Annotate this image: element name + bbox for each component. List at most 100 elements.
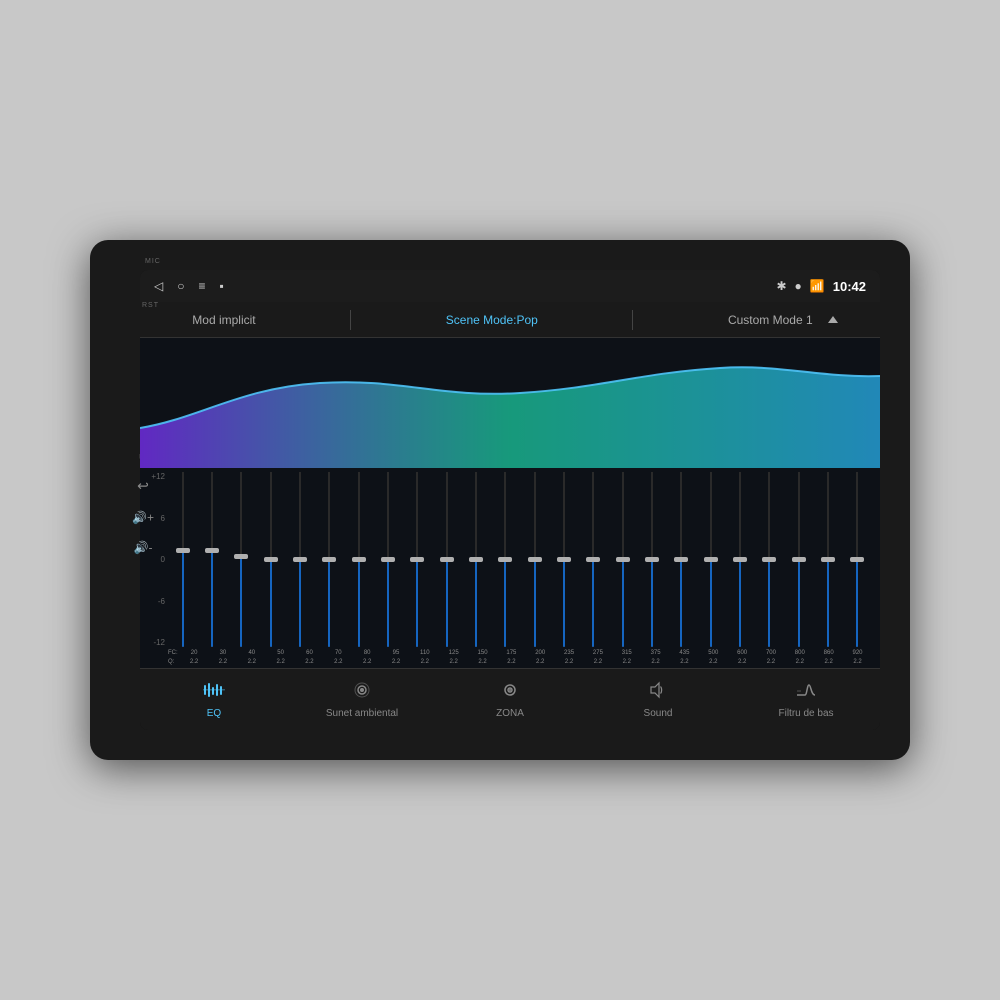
slider-col-435[interactable] [667, 472, 696, 647]
slider-col-275[interactable] [579, 472, 608, 647]
q-val-80: 2.2 [363, 658, 371, 666]
fc-val-315: 315 [622, 649, 632, 657]
slider-col-375[interactable] [637, 472, 666, 647]
slider-handle-315[interactable] [616, 557, 630, 562]
fc-q-col-30: 302.2 [209, 649, 238, 666]
sliders-main: +12 6 0 -6 -12 [148, 468, 872, 649]
fc-q-col-80: 802.2 [353, 649, 382, 666]
fc-val-500: 500 [708, 649, 718, 657]
slider-handle-125[interactable] [440, 557, 454, 562]
mode-implicit[interactable]: Mod implicit [182, 313, 265, 327]
slider-handle-70[interactable] [322, 557, 336, 562]
slider-col-30[interactable] [197, 472, 226, 647]
slider-col-50[interactable] [256, 472, 285, 647]
slider-fill-175 [504, 560, 506, 648]
fc-val-860: 860 [824, 649, 834, 657]
slider-fill-435 [680, 560, 682, 648]
q-val-375: 2.2 [651, 658, 659, 666]
zone-icon [499, 681, 521, 704]
slider-col-70[interactable] [315, 472, 344, 647]
slider-col-175[interactable] [491, 472, 520, 647]
slider-col-20[interactable] [168, 472, 197, 647]
slider-handle-60[interactable] [293, 557, 307, 562]
slider-handle-110[interactable] [410, 557, 424, 562]
slider-col-500[interactable] [696, 472, 725, 647]
slider-handle-920[interactable] [850, 557, 864, 562]
slider-col-95[interactable] [373, 472, 402, 647]
slider-handle-95[interactable] [381, 557, 395, 562]
tab-zona-label: ZONA [496, 708, 524, 719]
recent-nav-icon[interactable]: ▪ [220, 279, 224, 293]
slider-handle-500[interactable] [704, 557, 718, 562]
slider-handle-150[interactable] [469, 557, 483, 562]
slider-fill-800 [798, 560, 800, 648]
tab-eq[interactable]: EQ [140, 681, 288, 719]
fc-val-20: 20 [191, 649, 198, 657]
slider-handle-275[interactable] [586, 557, 600, 562]
q-val-50: 2.2 [276, 658, 284, 666]
slider-col-800[interactable] [784, 472, 813, 647]
slider-col-60[interactable] [285, 472, 314, 647]
tab-sunet-label: Sunet ambiental [326, 708, 398, 719]
q-val-40: 2.2 [248, 658, 256, 666]
slider-handle-40[interactable] [234, 554, 248, 559]
q-val-700: 2.2 [767, 658, 775, 666]
slider-col-40[interactable] [227, 472, 256, 647]
q-val-500: 2.2 [709, 658, 717, 666]
slider-col-920[interactable] [843, 472, 872, 647]
mode-scene[interactable]: Scene Mode:Pop [436, 313, 548, 327]
slider-handle-20[interactable] [176, 548, 190, 553]
slider-fill-110 [416, 560, 418, 648]
slider-col-860[interactable] [813, 472, 842, 647]
fc-q-col-500: 5002.2 [699, 649, 728, 666]
vol-down-icon[interactable]: 🔊- [134, 541, 153, 555]
slider-handle-50[interactable] [264, 557, 278, 562]
back-icon[interactable]: ↩ [137, 478, 149, 495]
slider-col-150[interactable] [461, 472, 490, 647]
slider-handle-200[interactable] [528, 557, 542, 562]
slider-handle-175[interactable] [498, 557, 512, 562]
fc-val-175: 175 [506, 649, 516, 657]
slider-col-110[interactable] [403, 472, 432, 647]
slider-col-600[interactable] [725, 472, 754, 647]
slider-fill-500 [710, 560, 712, 648]
mode-custom-label: Custom Mode 1 [718, 313, 823, 327]
fc-q-labels-row: FC:Q: 202.2302.2402.2502.2602.2702.2802.… [148, 649, 872, 666]
tab-zona[interactable]: ZONA [436, 681, 584, 719]
slider-handle-30[interactable] [205, 548, 219, 553]
home-nav-icon[interactable]: ○ [177, 279, 184, 293]
tab-sound[interactable]: Sound [584, 681, 732, 719]
slider-handle-800[interactable] [792, 557, 806, 562]
slider-handle-700[interactable] [762, 557, 776, 562]
slider-col-235[interactable] [549, 472, 578, 647]
slider-col-200[interactable] [520, 472, 549, 647]
fc-val-30: 30 [220, 649, 227, 657]
slider-col-700[interactable] [755, 472, 784, 647]
eq-icon [203, 681, 225, 704]
slider-fill-70 [328, 560, 330, 648]
slider-col-125[interactable] [432, 472, 461, 647]
menu-nav-icon[interactable]: ≡ [198, 279, 205, 293]
fc-val-200: 200 [535, 649, 545, 657]
slider-handle-860[interactable] [821, 557, 835, 562]
slider-col-80[interactable] [344, 472, 373, 647]
fc-q-col-70: 702.2 [324, 649, 353, 666]
slider-fill-600 [739, 560, 741, 648]
slider-handle-80[interactable] [352, 557, 366, 562]
tab-filtru-bas[interactable]: Filtru de bas [732, 681, 880, 719]
status-bar: ◁ ○ ≡ ▪ ✱ ● 📶 10:42 [140, 270, 880, 302]
back-nav-icon[interactable]: ◁ [154, 279, 163, 293]
slider-col-315[interactable] [608, 472, 637, 647]
vol-up-icon[interactable]: 🔊+ [132, 511, 154, 525]
slider-handle-435[interactable] [674, 557, 688, 562]
fc-q-col-920: 9202.2 [843, 649, 872, 666]
slider-fill-40 [240, 556, 242, 647]
tab-sunet-ambiental[interactable]: Sunet ambiental [288, 681, 436, 719]
slider-fill-95 [387, 560, 389, 648]
slider-handle-235[interactable] [557, 557, 571, 562]
slider-handle-600[interactable] [733, 557, 747, 562]
y-label-minus12: -12 [153, 638, 165, 647]
slider-handle-375[interactable] [645, 557, 659, 562]
fc-q-col-50: 502.2 [266, 649, 295, 666]
mode-custom[interactable]: Custom Mode 1 [718, 313, 838, 327]
